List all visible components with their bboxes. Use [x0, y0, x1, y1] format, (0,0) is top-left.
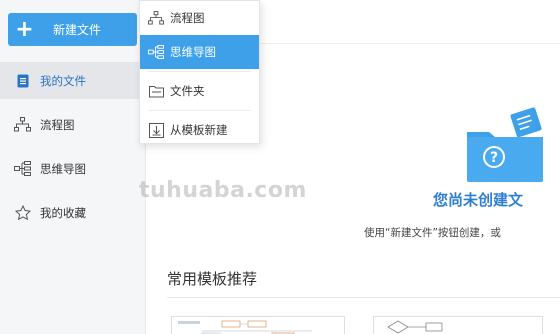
svg-text:?: ?	[490, 150, 498, 166]
sidebar-item-label: 我的文件	[40, 73, 86, 88]
menu-item-label: 思维导图	[170, 45, 216, 59]
mindmap-icon	[148, 44, 164, 60]
divider	[257, 43, 560, 44]
folder-icon	[148, 83, 164, 99]
empty-state-title: 您尚未创建文	[433, 191, 524, 209]
mindmap-icon	[14, 160, 31, 177]
menu-item-from-template[interactable]: 从模板新建	[140, 113, 259, 147]
new-file-dropdown: 流程图 思维导图 文件夹 从模板新建	[139, 0, 260, 144]
template-card[interactable]	[171, 316, 345, 334]
sidebar-nav: 我的文件 流程图 思维导图 我的收藏	[0, 62, 146, 231]
sidebar-item-my-files[interactable]: 我的文件	[0, 62, 146, 99]
new-file-button[interactable]: + 新建文件	[8, 13, 137, 46]
sidebar-item-label: 思维导图	[40, 161, 86, 176]
folder-question-icon: ?	[465, 104, 545, 188]
sidebar-item-mindmap[interactable]: 思维导图	[0, 150, 146, 187]
document-icon	[14, 72, 31, 89]
menu-item-flowchart[interactable]: 流程图	[140, 1, 259, 35]
app-window: + 新建文件 我的文件 流程图 思维导图 我的收藏 ? 您尚未创建文 使用“新建…	[0, 0, 560, 334]
menu-item-label: 从模板新建	[170, 123, 228, 137]
templates-section-title: 常用模板推荐	[167, 270, 258, 288]
sidebar: + 新建文件 我的文件 流程图 思维导图 我的收藏	[0, 0, 146, 334]
menu-divider	[148, 110, 251, 111]
sidebar-item-favorites[interactable]: 我的收藏	[0, 194, 146, 231]
empty-state-hint: 使用“新建文件”按钮创建，或	[364, 227, 501, 239]
flowchart-icon	[14, 116, 31, 133]
star-icon	[14, 204, 31, 221]
menu-item-folder[interactable]: 文件夹	[140, 74, 259, 108]
sidebar-item-label: 流程图	[40, 117, 75, 132]
divider	[167, 297, 560, 298]
menu-item-label: 文件夹	[170, 84, 205, 98]
plus-icon: +	[15, 17, 34, 42]
menu-item-label: 流程图	[170, 11, 205, 25]
flowchart-icon	[148, 10, 164, 26]
menu-divider	[148, 71, 251, 72]
sidebar-item-flowchart[interactable]: 流程图	[0, 106, 146, 143]
menu-item-mindmap[interactable]: 思维导图	[140, 35, 259, 69]
new-file-label: 新建文件	[53, 23, 102, 37]
template-card[interactable]	[373, 316, 543, 334]
template-icon	[148, 122, 164, 138]
sidebar-item-label: 我的收藏	[40, 205, 86, 220]
